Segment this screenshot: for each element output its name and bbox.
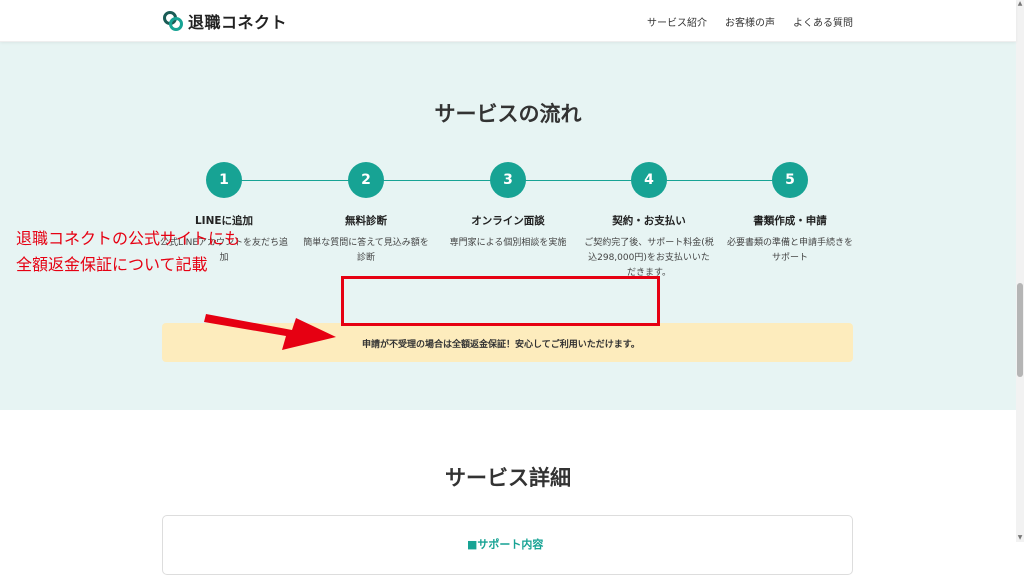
flow-step-4: 4 契約・お支払い ご契約完了後、サポート料金(税込298,000円)をお支払い… bbox=[584, 162, 714, 281]
step-number-badge: 3 bbox=[490, 162, 526, 198]
flow-step-2: 2 無料診断 簡単な質問に答えて見込み額を診断 bbox=[301, 162, 431, 266]
step-title: 契約・お支払い bbox=[612, 215, 686, 227]
site-logo[interactable]: 退職コネクト bbox=[162, 9, 287, 33]
nav-customer-voice[interactable]: お客様の声 bbox=[725, 14, 775, 29]
detail-title: サービス詳細 bbox=[445, 466, 571, 490]
main-nav: サービス紹介 お客様の声 よくある質問 bbox=[647, 14, 853, 29]
step-description: ご契約完了後、サポート料金(税込298,000円)をお支払いいただきます。 bbox=[584, 238, 714, 278]
flow-step-3: 3 オンライン面談 専門家による個別相談を実施 bbox=[443, 162, 573, 251]
scroll-up-arrow-icon[interactable]: ▲ bbox=[1016, 0, 1024, 8]
nav-faq[interactable]: よくある質問 bbox=[793, 14, 853, 29]
site-header: 退職コネクト サービス紹介 お客様の声 よくある質問 bbox=[0, 0, 1016, 42]
step-number-badge: 1 bbox=[206, 162, 242, 198]
scroll-down-arrow-icon[interactable]: ▼ bbox=[1016, 534, 1024, 542]
nav-service-intro[interactable]: サービス紹介 bbox=[647, 14, 707, 29]
logo-text: 退職コネクト bbox=[188, 13, 288, 32]
step-description: 必要書類の準備と申請手続きをサポート bbox=[726, 238, 853, 263]
annotation-line-1: 退職コネクトの公式サイトにも bbox=[16, 229, 241, 248]
step-title: 書類作成・申請 bbox=[753, 215, 827, 227]
step-description: 簡単な質問に答えて見込み額を診断 bbox=[303, 238, 429, 263]
flow-step-5: 5 書類作成・申請 必要書類の準備と申請手続きをサポート bbox=[725, 162, 855, 266]
step-title: 無料診断 bbox=[345, 215, 387, 227]
annotation-arrow-icon bbox=[204, 314, 336, 350]
step-description: 専門家による個別相談を実施 bbox=[449, 238, 567, 248]
logo-icon bbox=[163, 11, 183, 31]
step-number-badge: 4 bbox=[631, 162, 667, 198]
scrollbar-thumb[interactable] bbox=[1017, 283, 1023, 377]
refund-guarantee-text: 申請が不受理の場合は全額返金保証！安心してご利用いただけます。 bbox=[362, 340, 640, 350]
annotation-highlight-box bbox=[341, 276, 660, 326]
step-number-badge: 2 bbox=[348, 162, 384, 198]
support-content-heading: ■サポート内容 bbox=[467, 538, 544, 551]
step-title: オンライン面談 bbox=[471, 215, 545, 227]
service-detail-card: ■サポート内容 bbox=[162, 515, 853, 575]
step-number-badge: 5 bbox=[772, 162, 808, 198]
flow-title: サービスの流れ bbox=[434, 102, 582, 126]
page-scrollbar[interactable]: ▲ ▼ bbox=[1016, 0, 1024, 542]
